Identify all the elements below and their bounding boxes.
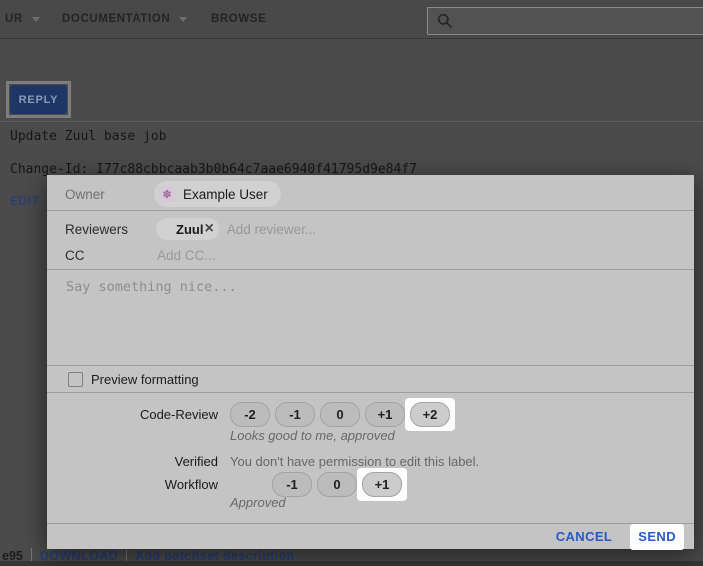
vote-button-minus1[interactable]: -1: [272, 472, 312, 497]
verified-permission-message: You don't have permission to edit this l…: [230, 454, 479, 469]
vote-button-zero[interactable]: 0: [317, 472, 357, 497]
code-review-label: Code-Review: [65, 407, 218, 422]
search-input[interactable]: [427, 7, 703, 35]
workflow-buttons: -1 0 +1: [272, 472, 407, 497]
workflow-description: Approved: [230, 495, 286, 510]
plus2-highlight: +2: [405, 398, 455, 431]
reviewers-row: Reviewers Zuul × Add reviewer...: [65, 216, 682, 242]
nav-item-browse[interactable]: BROWSE: [211, 0, 266, 38]
vote-button-plus2[interactable]: +2: [410, 402, 450, 427]
chevron-down-icon: [32, 17, 40, 22]
cc-row: CC Add CC...: [65, 243, 682, 267]
nav-item-documentation[interactable]: DOCUMENTATION: [62, 0, 187, 38]
code-review-description: Looks good to me, approved: [230, 428, 395, 443]
verified-label: Verified: [65, 454, 218, 469]
top-navbar: UR DOCUMENTATION BROWSE: [0, 0, 703, 39]
verified-row: Verified You don't have permission to ed…: [65, 453, 682, 469]
reply-button[interactable]: REPLY: [10, 85, 67, 114]
reply-message-textarea[interactable]: Say something nice...: [66, 279, 237, 295]
divider: [47, 269, 694, 270]
nav-item-your[interactable]: UR: [5, 0, 40, 38]
vote-button-minus1[interactable]: -1: [275, 402, 315, 427]
send-button[interactable]: SEND: [638, 529, 676, 544]
reviewer-chip: Zuul ×: [156, 218, 219, 240]
workflow-row: Workflow -1 0 +1: [65, 472, 682, 496]
remove-reviewer-icon[interactable]: ×: [204, 221, 213, 237]
divider: [47, 210, 694, 211]
chevron-down-icon: [179, 17, 187, 22]
divider: [0, 121, 703, 122]
reply-button-highlight: REPLY: [6, 81, 71, 118]
vote-button-zero[interactable]: 0: [320, 402, 360, 427]
add-reviewer-input[interactable]: Add reviewer...: [227, 222, 316, 237]
preview-formatting-checkbox[interactable]: [68, 372, 83, 387]
preview-row: Preview formatting: [68, 366, 682, 392]
owner-chip-label: Example User: [183, 187, 268, 202]
nav-item-label: UR: [5, 13, 23, 25]
vote-button-plus1[interactable]: +1: [365, 402, 405, 427]
nav-item-label: DOCUMENTATION: [62, 13, 170, 25]
nav-item-label: BROWSE: [211, 13, 266, 25]
bottom-strip: [0, 561, 703, 566]
avatar: ✽: [158, 185, 176, 203]
plus1-highlight: +1: [357, 468, 407, 501]
add-cc-input[interactable]: Add CC...: [157, 248, 216, 263]
gerrit-change-page: UR DOCUMENTATION BROWSE REPLY Update Zuu…: [0, 0, 703, 566]
reviewer-chip-label: Zuul: [176, 222, 203, 237]
divider: [47, 392, 694, 393]
code-review-buttons: -2 -1 0 +1 +2: [230, 402, 455, 427]
search-icon: [437, 13, 453, 29]
owner-label: Owner: [65, 187, 150, 202]
code-review-row: Code-Review -2 -1 0 +1 +2: [65, 402, 682, 426]
reviewers-label: Reviewers: [65, 222, 150, 237]
dialog-footer: CANCEL SEND: [47, 524, 684, 549]
vote-button-minus2[interactable]: -2: [230, 402, 270, 427]
edit-link[interactable]: EDIT: [10, 194, 39, 208]
cc-label: CC: [65, 248, 150, 263]
reply-dialog: Owner ✽ Example User Reviewers Zuul × Ad…: [47, 175, 694, 549]
vote-button-plus1[interactable]: +1: [362, 472, 402, 497]
workflow-label: Workflow: [65, 477, 218, 492]
send-button-highlight: SEND: [630, 524, 684, 550]
commit-message-title: Update Zuul base job: [10, 129, 167, 144]
owner-row: Owner ✽ Example User: [65, 180, 682, 208]
owner-chip: ✽ Example User: [154, 181, 281, 207]
preview-formatting-label: Preview formatting: [91, 372, 199, 387]
cancel-button[interactable]: CANCEL: [556, 529, 613, 544]
